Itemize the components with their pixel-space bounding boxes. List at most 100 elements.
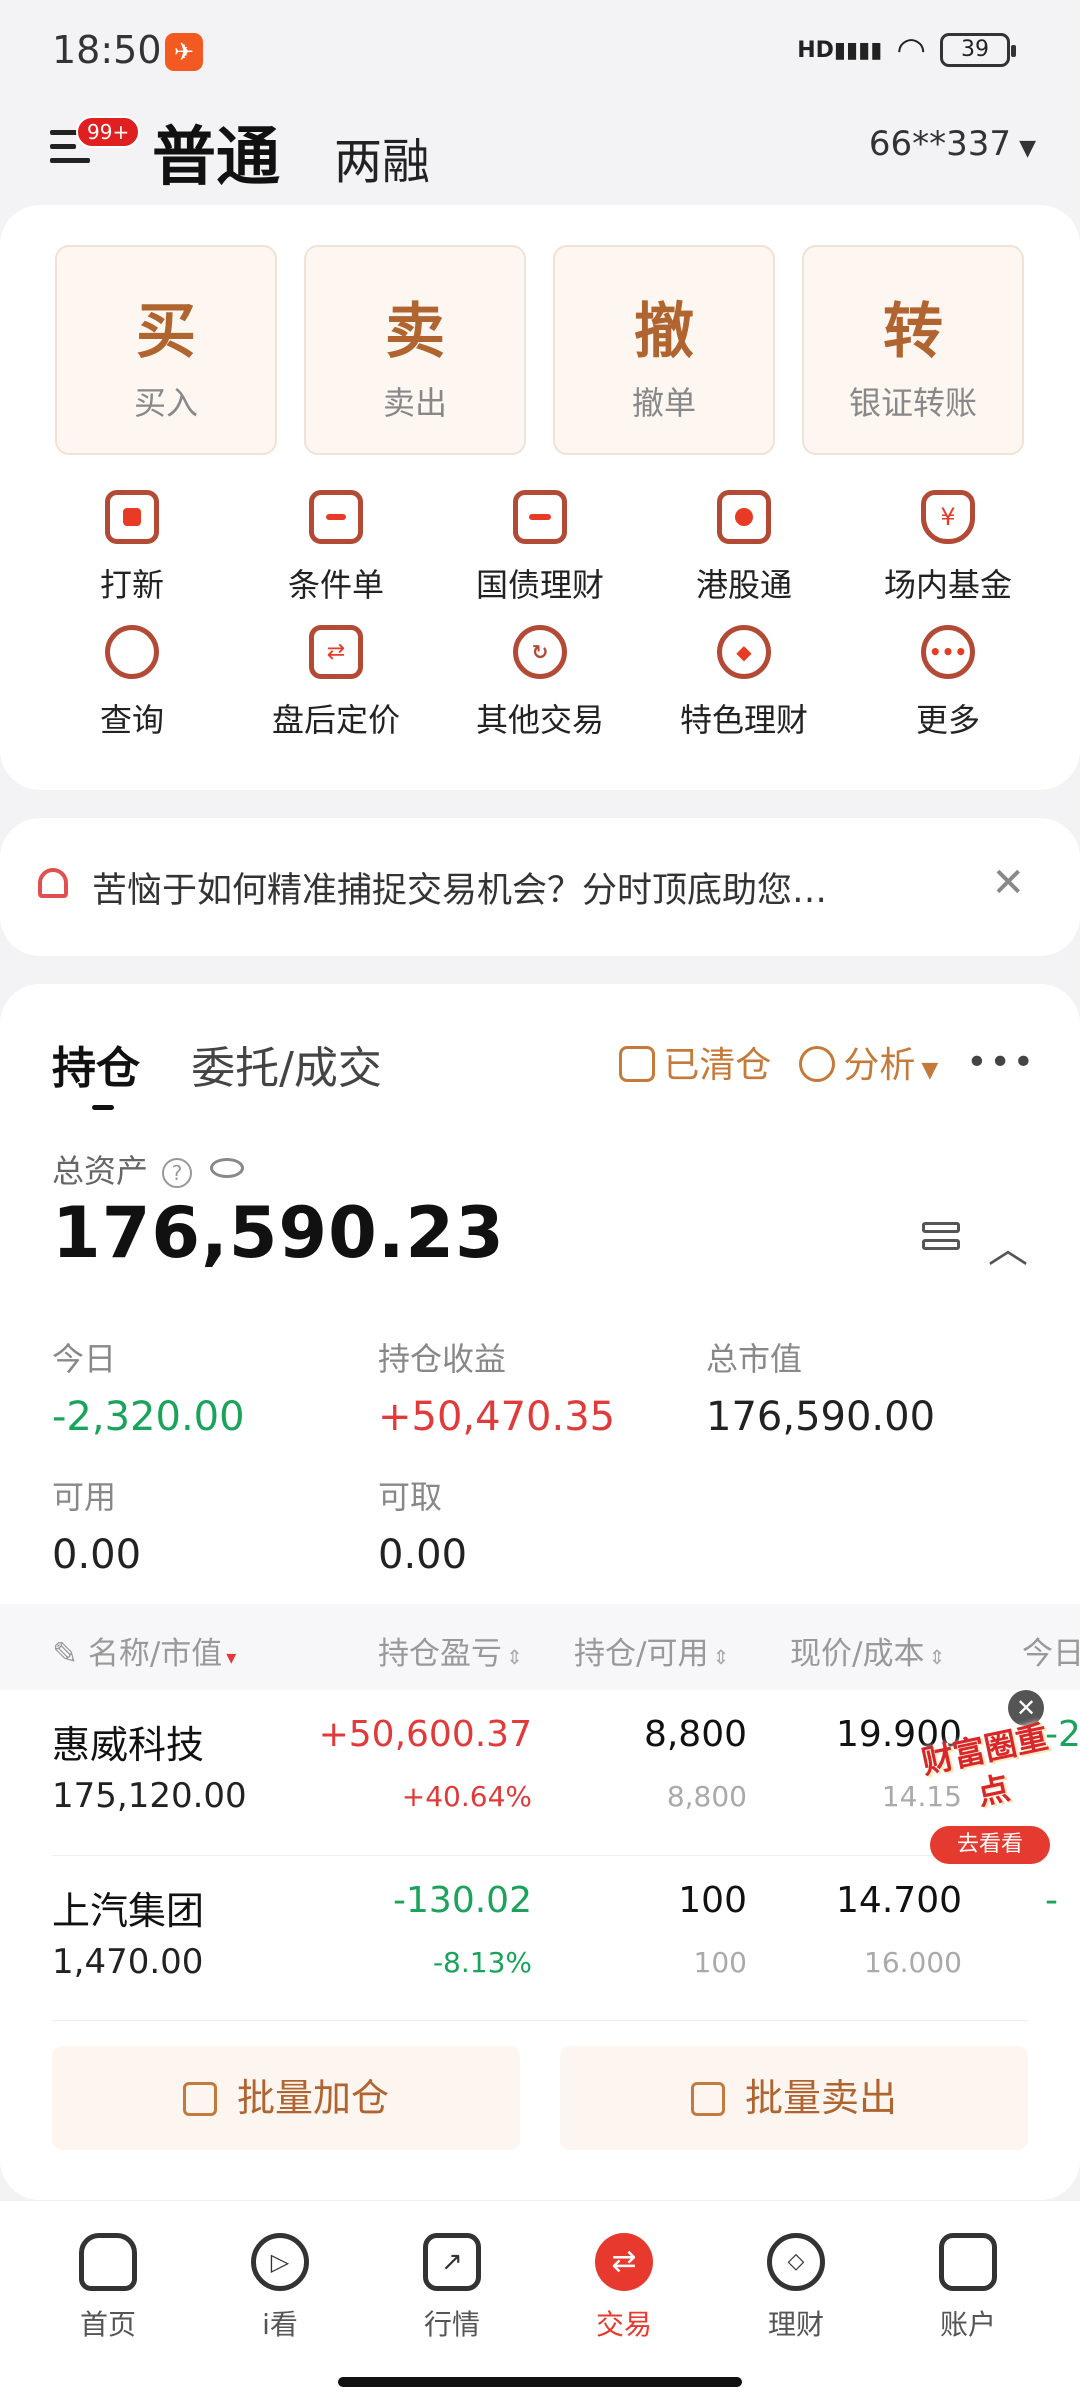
layout-toggle-icon[interactable]	[922, 1222, 960, 1254]
buy-char: 买	[136, 297, 196, 367]
table-row[interactable]: 惠威科技 175,120.00 +50,600.37 +40.64% 8,800…	[0, 1690, 1080, 1855]
shortcut-featured-finance[interactable]: ◆ 特色理财	[642, 625, 846, 741]
stat-value: 0.00	[52, 1532, 142, 1578]
exchange-icon: ⇄	[309, 625, 363, 679]
tab-orders[interactable]: 委托/成交	[191, 1032, 382, 1096]
hk-flower-icon	[717, 490, 771, 544]
stock-pl: -130.02	[393, 1880, 532, 1921]
home-indicator[interactable]	[338, 2377, 742, 2387]
yen-shield-icon: ¥	[921, 490, 975, 544]
nav-label: i看	[262, 2308, 298, 2341]
stat-label: 今日	[52, 1340, 117, 1378]
home-icon	[79, 2233, 137, 2291]
notice-banner[interactable]: 苦恼于如何精准捕捉交易机会？分时顶底助您… ✕	[0, 818, 1080, 956]
shortcut-label: 盘后定价	[271, 701, 400, 739]
search-icon	[105, 625, 159, 679]
stock-price: 14.700	[836, 1880, 962, 1921]
table-row[interactable]: 上汽集团 1,470.00 -130.02 -8.13% 100 100 14.…	[0, 1856, 1080, 2021]
shortcut-other-trade[interactable]: ↻ 其他交易	[438, 625, 642, 741]
cancel-char: 撤	[634, 297, 694, 367]
medal-icon: ◆	[717, 625, 771, 679]
nav-finance[interactable]: ◇ 理财	[731, 2233, 861, 2343]
close-icon[interactable]: ✕	[991, 860, 1025, 906]
document-icon	[309, 490, 363, 544]
shortcut-ipo[interactable]: 打新	[30, 490, 234, 606]
shortcut-label: 港股通	[695, 566, 792, 604]
tab-margin[interactable]: 两融	[334, 122, 430, 192]
nav-label: 账户	[939, 2308, 996, 2341]
buy-label: 买入	[133, 384, 198, 422]
notification-badge: 99+	[76, 116, 141, 148]
nav-trade[interactable]: ⇄ 交易	[559, 2233, 689, 2343]
nav-label: 理财	[767, 2308, 824, 2341]
more-dots-icon[interactable]: •••	[966, 1042, 1036, 1083]
battery-icon: 39	[940, 33, 1016, 67]
cleared-label: 已清仓	[663, 1045, 772, 1086]
shortcut-label: 更多	[915, 701, 980, 739]
stock-market-value: 175,120.00	[52, 1776, 247, 1816]
status-time: 18:50	[52, 28, 162, 72]
stock-market-value: 1,470.00	[52, 1942, 204, 1982]
eye-icon[interactable]	[210, 1158, 245, 1178]
total-assets-label: 总资产	[52, 1152, 149, 1190]
batch-add-button[interactable]: 批量加仓	[52, 2046, 520, 2150]
shortcut-label: 条件单	[287, 566, 384, 604]
chevron-up-icon[interactable]: ︿	[988, 1216, 1028, 1274]
ticket-icon	[513, 490, 567, 544]
col-today-header[interactable]: 今日	[1022, 1628, 1080, 1673]
analysis-button[interactable]: 分析 ▼	[799, 1036, 938, 1088]
shortcut-more[interactable]: ••• 更多	[846, 625, 1050, 741]
nav-home[interactable]: 首页	[43, 2233, 173, 2343]
col-label: 今日	[1022, 1636, 1080, 1672]
shortcut-etf[interactable]: ¥ 场内基金	[846, 490, 1050, 606]
shortcut-conditional-order[interactable]: 条件单	[234, 490, 438, 606]
account-selector[interactable]: 66**337 ▼	[869, 124, 1036, 164]
nav-watch[interactable]: ▷ i看	[215, 2233, 345, 2343]
help-icon[interactable]: ?	[162, 1158, 193, 1188]
stat-today: 今日 -2,320.00	[52, 1334, 245, 1440]
col-price-header[interactable]: 现价/成本 ⇕	[790, 1628, 945, 1673]
status-icons: HD▮▮▮▮ ◠ 39	[797, 30, 1016, 70]
table-header: ✎ 名称/市值 ▾ 持仓盈亏 ⇕ 持仓/可用 ⇕ 现价/成本 ⇕ 今日	[0, 1604, 1080, 1690]
cancel-order-button[interactable]: 撤 撤单	[553, 245, 775, 455]
stock-available: 8,800	[666, 1780, 747, 1813]
shortcut-hk-connect[interactable]: 港股通	[642, 490, 846, 606]
shortcut-label: 特色理财	[679, 701, 808, 739]
sort-icon: ▾	[226, 1645, 237, 1669]
promo-title: 财富圈重点	[918, 1717, 1052, 1813]
floating-promo[interactable]: ✕ 财富圈重点 去看看	[918, 1690, 1060, 1870]
stat-value: 176,590.00	[706, 1394, 936, 1440]
shortcut-after-hours[interactable]: ⇄ 盘后定价	[234, 625, 438, 741]
cancel-label: 撤单	[631, 384, 696, 422]
transfer-char: 转	[883, 297, 943, 367]
col-label: 现价/成本	[790, 1636, 925, 1672]
play-icon: ▷	[251, 2233, 309, 2291]
transfer-button[interactable]: 转 银证转账	[802, 245, 1024, 455]
total-assets-header: 总资产?	[52, 1146, 245, 1192]
cleared-button[interactable]: 已清仓	[619, 1036, 771, 1088]
shortcut-label: 其他交易	[475, 701, 604, 739]
buy-button[interactable]: 买 买入	[55, 245, 277, 455]
shortcut-row-1: 打新 条件单 国债理财 港股通 ¥ 场内基金	[30, 490, 1050, 606]
tab-holdings[interactable]: 持仓	[52, 1032, 140, 1110]
shortcut-query[interactable]: 查询	[30, 625, 234, 741]
bell-icon	[38, 868, 72, 904]
col-name-header[interactable]: ✎ 名称/市值 ▾	[52, 1628, 236, 1673]
tab-normal[interactable]: 普通	[152, 106, 280, 198]
notice-text: 苦恼于如何精准捕捉交易机会？分时顶底助您…	[92, 871, 828, 911]
col-pl-header[interactable]: 持仓盈亏 ⇕	[378, 1628, 523, 1673]
promo-button[interactable]: 去看看	[930, 1826, 1050, 1864]
col-qty-header[interactable]: 持仓/可用 ⇕	[574, 1628, 729, 1673]
stock-pl-rate: +40.64%	[401, 1780, 532, 1813]
shortcut-label: 打新	[99, 566, 164, 604]
stock-cost: 16.000	[864, 1946, 962, 1979]
nav-market[interactable]: ↗ 行情	[387, 2233, 517, 2343]
total-assets-value: 176,590.23	[52, 1192, 505, 1274]
batch-sell-button[interactable]: 批量卖出	[560, 2046, 1028, 2150]
sell-button[interactable]: 卖 卖出	[304, 245, 526, 455]
sell-position-icon	[690, 2082, 725, 2116]
stat-profit: 持仓收益 +50,470.35	[378, 1334, 615, 1440]
nav-account[interactable]: 账户	[903, 2233, 1033, 2343]
wifi-icon: ◠	[896, 30, 926, 70]
shortcut-treasury[interactable]: 国债理财	[438, 490, 642, 606]
